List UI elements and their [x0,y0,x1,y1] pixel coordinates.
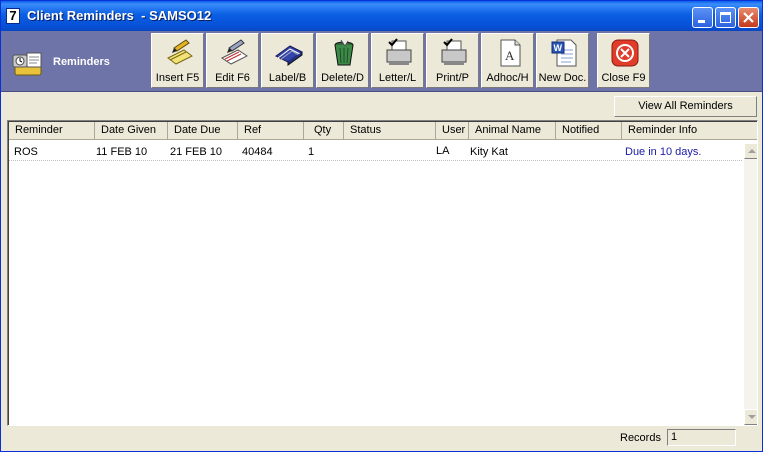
edit-icon [221,39,248,65]
scroll-up-icon [748,149,756,153]
cell-user: LA [436,145,450,157]
cell-reminder-info: Due in 10 days. [625,146,702,158]
column-header-reminder[interactable]: Reminder [9,122,95,140]
new-doc-button-label: New Doc. [538,72,587,84]
maximize-icon [720,12,731,23]
new-doc-button[interactable]: W New Doc. [536,33,589,88]
client-reminders-window: 7 Client Reminders - SAMSO12 Reminders I… [0,0,763,452]
app-icon: 7 [6,8,20,24]
close-icon [611,39,639,67]
new-doc-icon: W [551,39,577,67]
vertical-scrollbar[interactable] [744,143,757,425]
column-header-ref[interactable]: Ref [238,122,304,140]
minimize-button[interactable] [692,7,713,28]
records-count-field: 1 [667,429,736,446]
view-all-reminders-label: View All Reminders [638,100,733,112]
minimize-icon [698,20,705,23]
scroll-up-button[interactable] [744,143,757,159]
window-close-button[interactable] [738,7,759,28]
cell-date-given: 11 FEB 10 [96,146,148,158]
title-bar[interactable]: 7 Client Reminders - SAMSO12 [1,1,762,31]
letter-button-label: Letter/L [378,72,417,84]
column-header-date-given[interactable]: Date Given [95,122,168,140]
print-button-label: Print/P [435,72,469,84]
delete-button[interactable]: Delete/D [316,33,369,88]
edit-button[interactable]: Edit F6 [206,33,259,88]
column-header-notified[interactable]: Notified [556,122,622,140]
adhoc-button-label: Adhoc/H [486,72,529,84]
column-header-date-due[interactable]: Date Due [168,122,238,140]
print-icon [441,38,467,65]
cell-qty: 1 [308,146,315,158]
column-header-qty[interactable]: Qty [304,122,344,140]
records-label: Records [620,432,661,444]
label-button-label: Label/B [268,72,307,84]
svg-text:W: W [554,43,563,53]
print-button[interactable]: Print/P [426,33,479,88]
label-button[interactable]: Label/B [261,33,314,88]
column-header-status[interactable]: Status [344,122,436,140]
adhoc-icon: A [500,39,521,67]
insert-button[interactable]: Insert F5 [151,33,204,88]
svg-text:A: A [505,48,515,63]
row-divider [9,160,742,161]
insert-button-label: Insert F5 [155,72,200,84]
section-label: Reminders [53,56,110,68]
window-title: Client Reminders - SAMSO12 [27,8,212,23]
scroll-down-icon [748,415,756,419]
edit-button-label: Edit F6 [215,72,250,84]
delete-button-label: Delete/D [321,72,364,84]
column-header-animal-name[interactable]: Animal Name [469,122,556,140]
insert-icon [167,39,193,65]
close-button-label: Close F9 [601,72,646,84]
column-header-user[interactable]: User [436,122,469,140]
column-header-reminder-info[interactable]: Reminder Info [622,122,757,140]
cell-reminder: ROS [14,146,38,158]
reminders-grid[interactable]: Reminder Date Given Date Due Ref Qty Sta… [7,120,758,426]
delete-icon [334,39,354,66]
close-button[interactable]: Close F9 [597,33,650,88]
cell-date-due: 21 FEB 10 [170,146,222,158]
reminders-logo-icon [12,52,42,76]
cell-animal-name: Kity Kat [470,146,508,158]
window-close-icon [743,12,754,23]
view-all-reminders-button[interactable]: View All Reminders [614,96,757,117]
letter-button[interactable]: Letter/L [371,33,424,88]
adhoc-button[interactable]: A Adhoc/H [481,33,534,88]
label-icon [275,45,303,66]
cell-ref: 40484 [242,146,273,158]
toolbar: Reminders Insert F5 Edit F6 Label/B Dele… [1,31,762,92]
letter-icon [386,38,412,65]
scroll-down-button[interactable] [744,409,757,425]
maximize-button[interactable] [715,7,736,28]
